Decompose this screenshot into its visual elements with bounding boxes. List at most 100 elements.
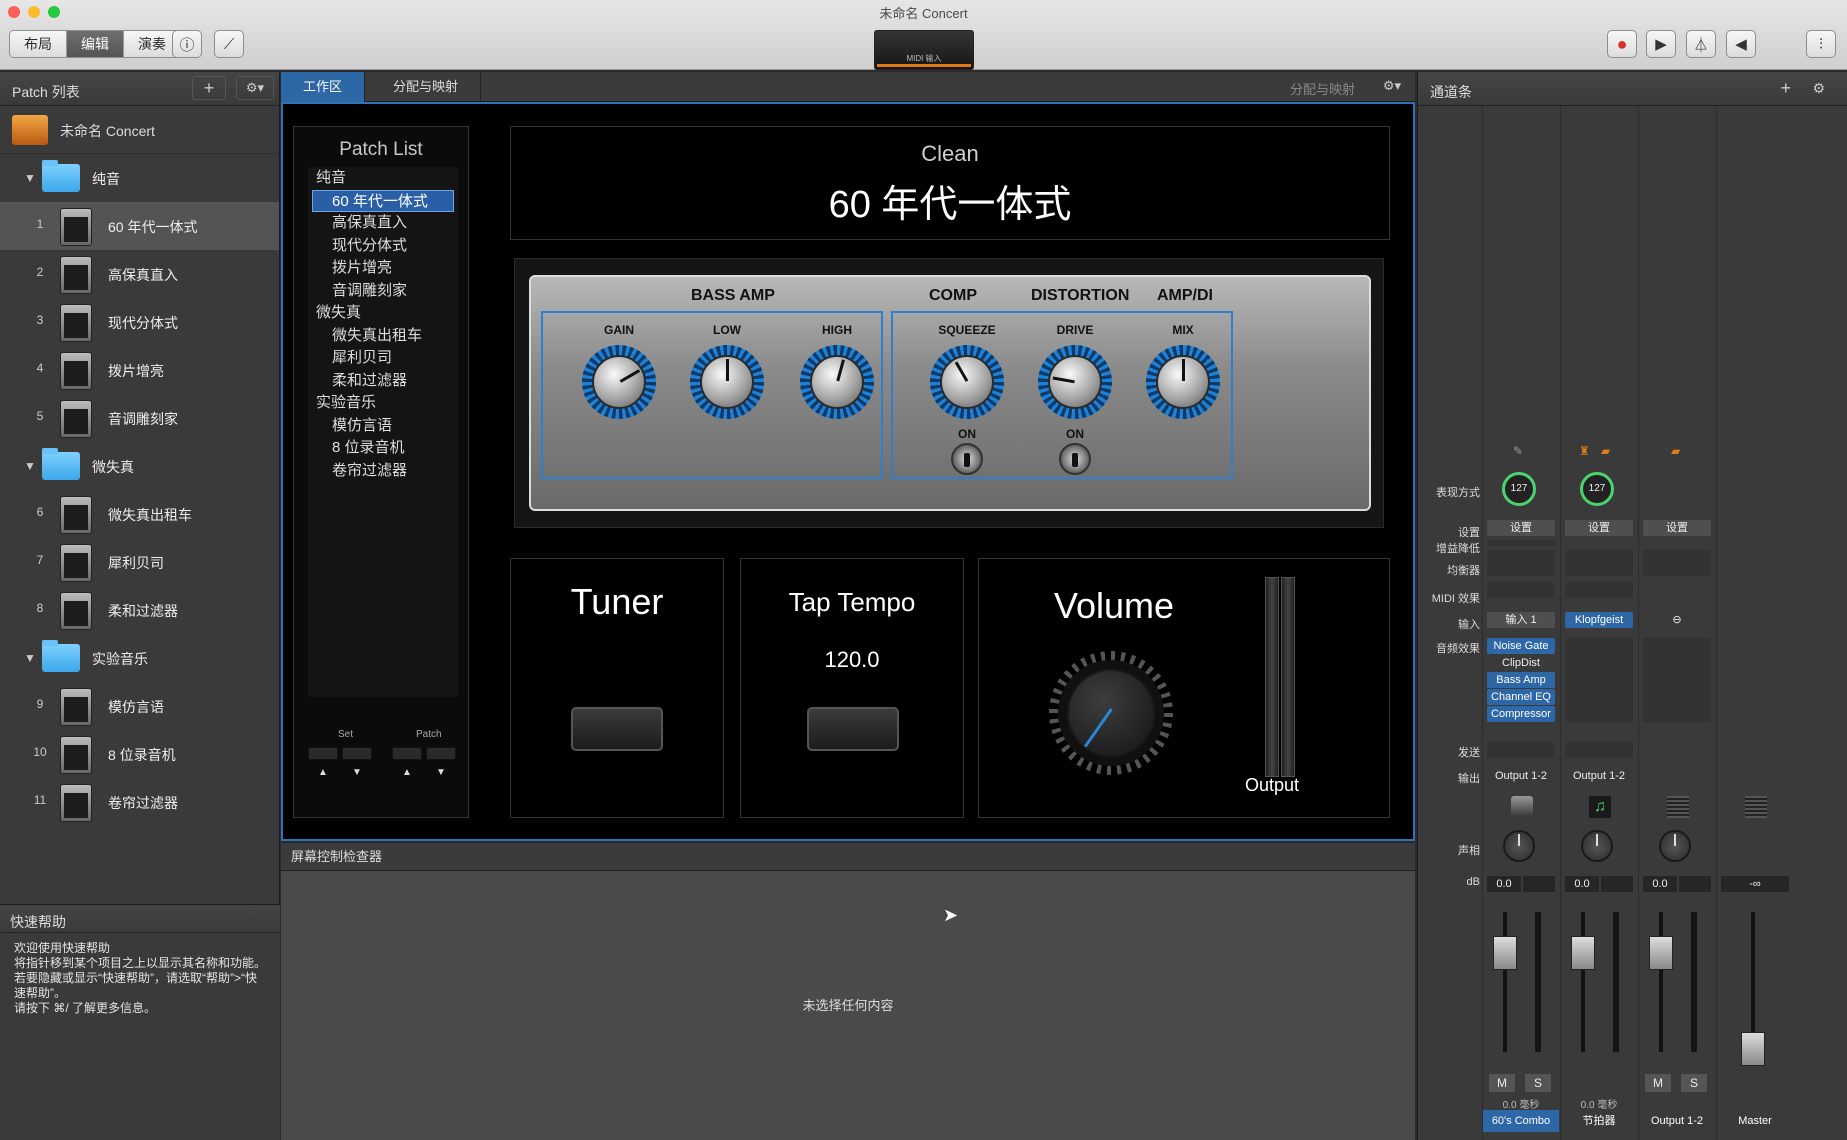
gain-knob[interactable] [582,345,656,419]
concert-row[interactable]: 未命名 Concert [0,106,279,154]
send-slot[interactable] [1565,742,1633,758]
pan-knob[interactable] [1581,830,1613,862]
comp-on-switch[interactable] [951,443,983,475]
layout-mode-button[interactable]: 布局 [10,31,67,57]
distortion-on-switch[interactable] [1059,443,1091,475]
fx-slot-bass-amp[interactable]: Bass Amp [1487,672,1555,688]
pan-knob[interactable] [1503,830,1535,862]
midi-input-display[interactable]: MIDI 输入 [874,30,974,70]
fx-slot-compressor[interactable]: Compressor [1487,706,1555,722]
strip-name[interactable]: Master [1717,1110,1793,1132]
strip-name[interactable]: 60's Combo [1483,1110,1559,1132]
velocity-knob[interactable]: 127 [1580,472,1614,506]
velocity-knob[interactable]: 127 [1502,472,1536,506]
patch-list-patch-item[interactable]: 柔和过滤器 [308,370,458,393]
tap-tempo-button[interactable] [807,707,899,751]
patch-row[interactable]: 6 微失真出租车 [0,490,279,538]
drive-knob[interactable] [1038,345,1112,419]
strip-name[interactable]: 节拍器 [1561,1110,1637,1132]
patch-row[interactable]: 10 8 位录音机 [0,730,279,778]
set-row[interactable]: ▼ 纯音 [0,154,279,202]
channel-strip-gear-button[interactable]: ⚙ [1812,80,1825,97]
eq-thumbnail[interactable] [1643,550,1711,576]
assignments-shortcut-label[interactable]: 分配与映射 [1290,79,1355,98]
mix-knob[interactable] [1146,345,1220,419]
input-slot[interactable]: 输入 1 [1487,612,1555,628]
disclosure-triangle-icon[interactable]: ▼ [24,459,36,473]
patch-row[interactable]: 11 卷帘过滤器 [0,778,279,826]
patch-row[interactable]: 3 现代分体式 [0,298,279,346]
volume-fader[interactable] [1649,936,1673,970]
patch-list-set-item[interactable]: 实验音乐 [308,392,458,415]
fx-slot-channel-eq[interactable]: Channel EQ [1487,689,1555,705]
output-slot[interactable]: Output 1-2 [1565,768,1633,784]
set-row[interactable]: ▼ 微失真 [0,442,279,490]
low-knob[interactable] [690,345,764,419]
send-slot[interactable] [1487,742,1555,758]
patch-row[interactable]: 7 犀利贝司 [0,538,279,586]
mute-button[interactable]: M [1645,1074,1671,1092]
setting-button[interactable]: 设置 [1565,520,1633,536]
add-channel-strip-button[interactable]: + [1780,78,1791,99]
midi-fx-slot[interactable] [1487,582,1555,598]
setting-button[interactable]: 设置 [1487,520,1555,536]
fx-slot-noise-gate[interactable]: Noise Gate [1487,638,1555,654]
mute-button[interactable]: M [1489,1074,1515,1092]
patch-list-actions-button[interactable]: ⚙▾ [236,76,274,100]
pan-knob[interactable] [1659,830,1691,862]
play-button[interactable]: ▶ [1646,30,1676,58]
speaker-button[interactable]: ◀ [1726,30,1756,58]
patch-list-patch-item[interactable]: 拨片增亮 [308,257,458,280]
patch-list-patch-item[interactable]: 犀利贝司 [308,347,458,370]
output-slot[interactable]: Output 1-2 [1487,768,1555,784]
volume-fader[interactable] [1571,936,1595,970]
solo-button[interactable]: S [1681,1074,1707,1092]
patch-list-patch-item[interactable]: 卷帘过滤器 [308,460,458,483]
patch-down-button[interactable] [426,747,456,760]
tab-assignments[interactable]: 分配与映射 [371,72,482,102]
volume-knob[interactable] [1049,651,1173,775]
patch-list-patch-item[interactable]: 微失真出租车 [308,325,458,348]
patch-row[interactable]: 2 高保真直入 [0,250,279,298]
set-up-button[interactable] [308,747,338,760]
eq-thumbnail[interactable] [1487,550,1555,576]
patch-list-patch-item[interactable]: 高保真直入 [308,212,458,235]
set-row[interactable]: ▼ 实验音乐 [0,634,279,682]
patch-up-button[interactable] [392,747,422,760]
patch-row[interactable]: 9 模仿言语 [0,682,279,730]
high-knob[interactable] [800,345,874,419]
disclosure-triangle-icon[interactable]: ▼ [24,171,36,185]
tuner-tool-button[interactable]: ⟋ [214,30,244,58]
patch-list-patch-item[interactable]: 音调雕刻家 [308,280,458,303]
patch-row[interactable]: 4 拨片增亮 [0,346,279,394]
patch-row[interactable]: 8 柔和过滤器 [0,586,279,634]
patch-list-patch-item[interactable]: 8 位录音机 [308,437,458,460]
instrument-slot[interactable]: Klopfgeist [1565,612,1633,628]
metronome-button[interactable]: ⏃ [1686,30,1716,58]
audio-fx-area[interactable] [1643,638,1711,722]
eq-thumbnail[interactable] [1565,550,1633,576]
patch-list-patch-item[interactable]: 现代分体式 [308,235,458,258]
record-button[interactable]: ● [1607,30,1637,58]
volume-fader[interactable] [1741,1032,1765,1066]
volume-fader[interactable] [1493,936,1517,970]
solo-button[interactable]: S [1525,1074,1551,1092]
tuner-button[interactable] [571,707,663,751]
patch-list-patch-item[interactable]: 60 年代一体式 [312,189,454,212]
edit-mode-button[interactable]: 编辑 [67,31,124,57]
patch-row[interactable]: 5 音调雕刻家 [0,394,279,442]
mixer-button[interactable]: ⫶ [1806,30,1836,58]
patch-list-set-item[interactable]: 纯音 [308,167,458,190]
set-down-button[interactable] [342,747,372,760]
add-patch-button[interactable]: + [192,76,226,100]
midi-fx-slot[interactable] [1565,582,1633,598]
patch-list-set-item[interactable]: 微失真 [308,302,458,325]
strip-name[interactable]: Output 1-2 [1639,1110,1715,1132]
workspace-gear-button[interactable]: ⚙▾ [1383,78,1401,94]
setting-button[interactable]: 设置 [1643,520,1711,536]
disclosure-triangle-icon[interactable]: ▼ [24,651,36,665]
fx-slot-clipdist[interactable]: ClipDist [1487,655,1555,671]
link-icon[interactable]: ⊖ [1643,612,1711,628]
audio-fx-area[interactable] [1565,638,1633,722]
patch-row[interactable]: 1 60 年代一体式 [0,202,279,250]
